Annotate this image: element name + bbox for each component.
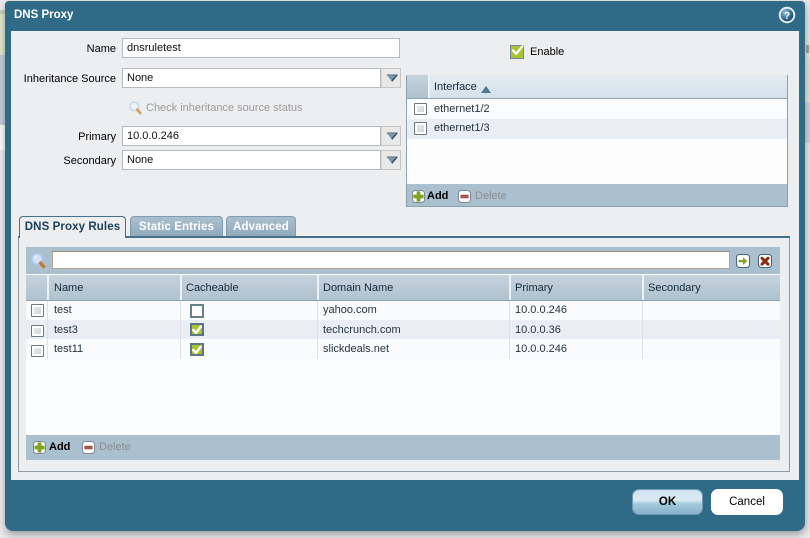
svg-text:?: ? [784,11,790,22]
